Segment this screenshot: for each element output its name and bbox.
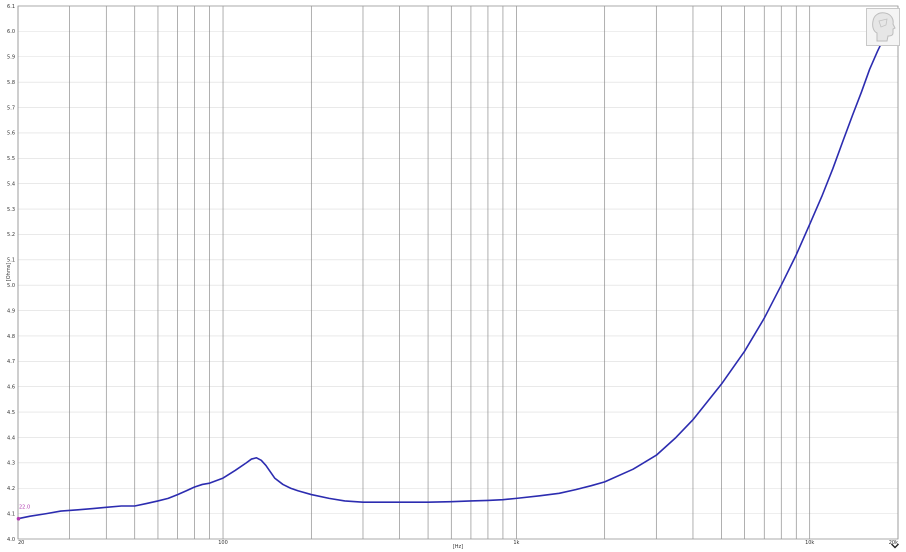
y-tick-label: 4.4	[7, 435, 15, 441]
plot-area	[18, 6, 898, 539]
chevron-down-icon[interactable]	[890, 541, 900, 551]
impedance-chart: 4.0 4.1 4.2 4.3 4.4 4.5 4.6 4.7 4.8 4.9 5.0 5.1 5.2 5…	[6, 4, 899, 550]
x-tick-label: 10k	[805, 540, 814, 546]
y-tick-label: 5.1	[7, 258, 15, 264]
y-tick-label: 4.7	[7, 359, 15, 365]
y-tick-label: 4.1	[7, 511, 15, 517]
x-axis-label: [Hz]	[453, 544, 463, 550]
y-tick-label: 4.9	[7, 308, 15, 314]
y-tick-label: 4.3	[7, 461, 15, 467]
y-tick-label: 4.5	[7, 410, 15, 416]
y-tick-label: 5.9	[7, 55, 15, 61]
y-tick-label: 6.0	[7, 29, 15, 35]
y-tick-label: 5.3	[7, 207, 15, 213]
y-tick-label: 5.0	[7, 283, 15, 289]
y-tick-label: 5.7	[7, 105, 15, 111]
y-tick-label: 5.2	[7, 232, 15, 238]
y-tick-label: 5.5	[7, 156, 15, 162]
head-silhouette-icon	[872, 12, 896, 42]
x-tick-label: 100	[218, 540, 228, 546]
x-tick-label: 1k	[513, 540, 519, 546]
y-tick-label: 5.4	[7, 181, 15, 187]
y-tick-label: 4.6	[7, 385, 15, 391]
cursor-label: 22.0	[19, 505, 30, 511]
y-tick-label: 4.8	[7, 334, 15, 340]
y-tick-label: 4.0	[7, 537, 15, 543]
y-tick-label: 4.2	[7, 486, 15, 492]
y-tick-label: 5.8	[7, 80, 15, 86]
y-tick-label: 6.1	[7, 4, 15, 10]
y-tick-label: 5.6	[7, 131, 15, 137]
cursor-point[interactable]	[16, 516, 21, 521]
x-tick-label: 20	[18, 540, 24, 546]
y-axis-label: [Ohms]	[6, 263, 12, 282]
brand-logo	[866, 8, 900, 46]
